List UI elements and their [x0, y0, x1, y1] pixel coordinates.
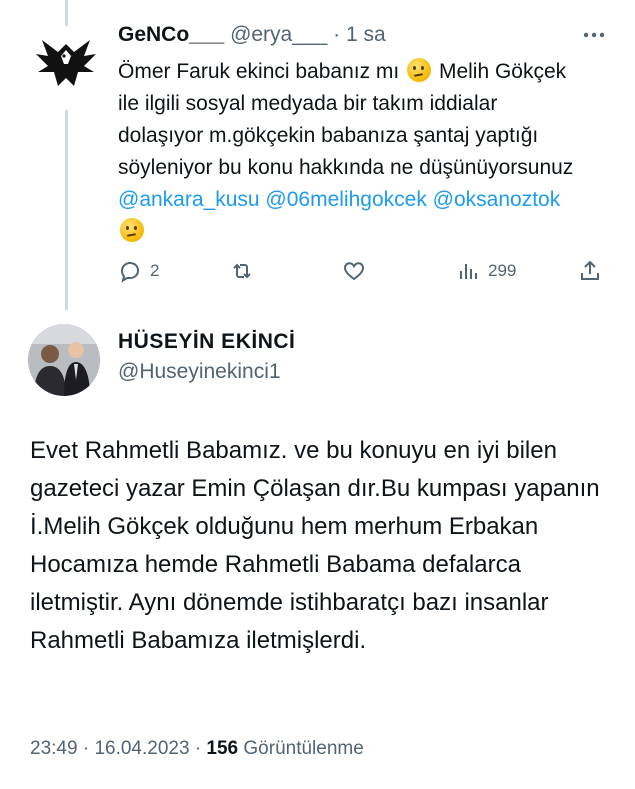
share-button[interactable] — [578, 256, 602, 286]
thinking-face-icon — [407, 58, 432, 82]
views-count: 299 — [488, 261, 517, 280]
retweet-icon — [233, 263, 251, 279]
like-button[interactable] — [342, 256, 374, 286]
tweet-text: Ömer Faruk ekinci babanız mı Melih Gökçe… — [118, 56, 588, 248]
tweet-text-part: Ömer Faruk ekinci babanız mı — [118, 60, 400, 83]
avatar[interactable] — [28, 324, 100, 396]
views-count: 156 — [206, 738, 239, 759]
handle[interactable]: @Huseyinekinci1 — [118, 360, 281, 384]
main-tweet[interactable]: HÜSEYİN EKİNCİ @Huseyinekinci1 Evet Rahm… — [0, 300, 635, 789]
tweet-time[interactable]: 23:49 — [30, 738, 78, 759]
profile-photo — [28, 324, 100, 396]
share-icon — [581, 260, 599, 280]
tweet-text: Evet Rahmetli Babamız. ve bu konuyu en i… — [30, 437, 600, 654]
display-name[interactable]: GeNCo___ — [118, 23, 224, 46]
thinking-face-icon — [120, 218, 144, 242]
eagle-logo-icon — [28, 26, 104, 102]
separator: · — [194, 738, 202, 759]
tweet-actions: 2 299 — [118, 256, 608, 286]
reply-tweet[interactable]: GeNCo___ @erya___ · 1 sa Ömer Faruk ekin… — [0, 0, 635, 300]
tweet-header: GeNCo___ @erya___ · 1 sa — [118, 22, 386, 48]
retweet-button[interactable] — [230, 256, 262, 286]
display-name[interactable]: HÜSEYİN EKİNCİ — [118, 330, 295, 354]
views-button[interactable]: 299 — [456, 256, 516, 286]
heart-icon — [343, 262, 365, 281]
mention-link[interactable]: @oksanoztok — [433, 188, 561, 211]
more-options-button[interactable] — [579, 20, 609, 50]
separator: · — [82, 738, 90, 759]
mention-link[interactable]: @ankara_kusu — [118, 188, 260, 211]
analytics-icon — [460, 264, 477, 279]
separator: · — [333, 23, 341, 46]
avatar[interactable] — [28, 26, 104, 102]
reply-icon — [120, 261, 140, 283]
views-label: Görüntülenme — [243, 738, 364, 759]
mention-link[interactable]: @06melihgokcek — [265, 188, 426, 211]
timestamp[interactable]: 1 sa — [346, 23, 386, 46]
reply-count: 2 — [150, 261, 160, 280]
more-dots-icon — [583, 32, 605, 38]
tweet-meta: 23:49 · 16.04.2023 · 156 Görüntülenme — [30, 738, 364, 760]
handle[interactable]: @erya___ — [230, 23, 327, 46]
reply-button[interactable]: 2 — [118, 256, 159, 286]
tweet-date[interactable]: 16.04.2023 — [94, 738, 189, 759]
